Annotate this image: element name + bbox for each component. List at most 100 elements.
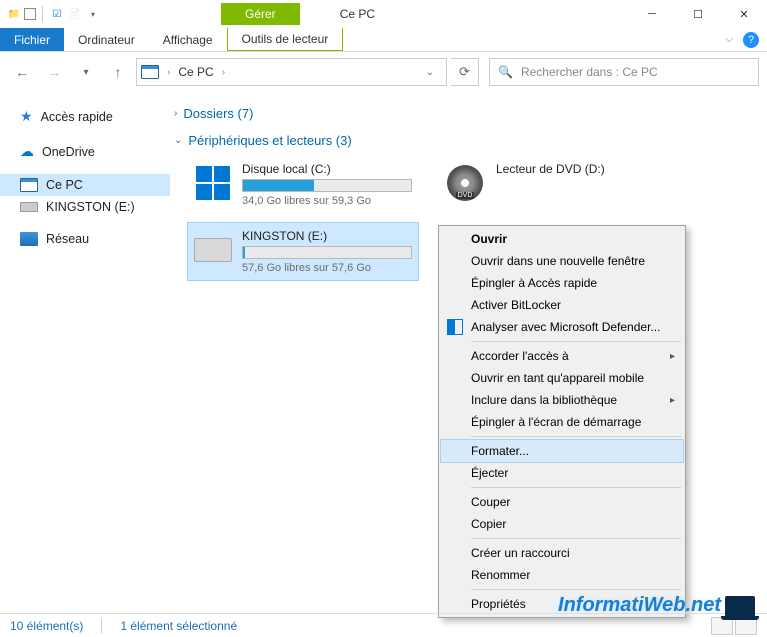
folder-icon: 📁: [6, 6, 22, 22]
minimize-button[interactable]: ─: [629, 0, 675, 28]
pc-icon: [20, 178, 38, 192]
close-button[interactable]: ✕: [721, 0, 767, 28]
checkbox-qat-icon[interactable]: ☑: [49, 6, 65, 22]
star-icon: ★: [20, 108, 33, 125]
chevron-right-icon[interactable]: ›: [222, 67, 225, 78]
search-icon: 🔍: [498, 65, 513, 79]
new-folder-qat-icon[interactable]: 📄: [67, 6, 83, 22]
drive-dvd[interactable]: Lecteur de DVD (D:): [438, 156, 668, 213]
address-dropdown-icon[interactable]: ⌄: [418, 67, 442, 78]
nav-label: Ce PC: [46, 178, 83, 192]
contextual-tab-header: Gérer: [221, 3, 300, 25]
ctx-format[interactable]: Formater...: [441, 440, 683, 462]
nav-network[interactable]: Réseau: [0, 228, 170, 250]
separator: [471, 538, 681, 539]
capacity-bar: [242, 179, 412, 192]
group-label: Dossiers (7): [183, 106, 253, 121]
computer-tab[interactable]: Ordinateur: [64, 28, 149, 51]
search-placeholder: Rechercher dans : Ce PC: [521, 65, 658, 79]
group-label: Périphériques et lecteurs (3): [188, 133, 351, 148]
chevron-right-icon: ▸: [670, 395, 675, 406]
chevron-right-icon: ▸: [670, 351, 675, 362]
separator: [471, 589, 681, 590]
maximize-button[interactable]: ☐: [675, 0, 721, 28]
nav-label: Accès rapide: [41, 110, 113, 124]
chevron-right-icon[interactable]: ›: [167, 67, 170, 78]
dvd-drive-icon: [444, 162, 486, 204]
qat-separator: [42, 6, 43, 22]
ctx-open[interactable]: Ouvrir: [441, 228, 683, 250]
separator: [471, 487, 681, 488]
context-menu: Ouvrir Ouvrir dans une nouvelle fenêtre …: [438, 225, 686, 618]
usb-drive-icon: [194, 229, 232, 271]
ctx-properties[interactable]: Propriétés: [441, 593, 683, 615]
recent-locations-icon[interactable]: ▾: [72, 58, 100, 86]
address-bar[interactable]: › Ce PC › ⌄: [136, 58, 447, 86]
up-button[interactable]: ↑: [104, 58, 132, 86]
file-tab[interactable]: Fichier: [0, 28, 64, 51]
ctx-eject[interactable]: Éjecter: [441, 462, 683, 484]
cloud-icon: ☁: [20, 143, 34, 160]
nav-label: OneDrive: [42, 145, 95, 159]
view-tab[interactable]: Affichage: [149, 28, 227, 51]
drive-name: Lecteur de DVD (D:): [496, 162, 662, 176]
drive-name: Disque local (C:): [242, 162, 412, 176]
devices-group-header[interactable]: ⌄ Périphériques et lecteurs (3): [170, 129, 757, 156]
ctx-shortcut[interactable]: Créer un raccourci: [441, 542, 683, 564]
window-title: Ce PC: [340, 7, 375, 21]
navigation-pane: ★ Accès rapide ☁ OneDrive Ce PC KINGSTON (…: [0, 92, 170, 613]
ctx-open-new-window[interactable]: Ouvrir dans une nouvelle fenêtre: [441, 250, 683, 272]
nav-label: Réseau: [46, 232, 89, 246]
details-view-button[interactable]: [711, 617, 733, 635]
drive-kingston[interactable]: KINGSTON (E:) 57,6 Go libres sur 57,6 Go: [188, 223, 418, 280]
separator: [471, 436, 681, 437]
usb-drive-icon: [20, 202, 38, 212]
address-segment[interactable]: Ce PC: [178, 65, 213, 79]
nav-label: KINGSTON (E:): [46, 200, 135, 214]
back-button[interactable]: ←: [8, 58, 36, 86]
nav-this-pc[interactable]: Ce PC: [0, 174, 170, 196]
ctx-label: Accorder l'accès à: [471, 349, 569, 363]
ribbon-collapse-icon[interactable]: ⌵: [725, 34, 733, 45]
ctx-include-library[interactable]: Inclure dans la bibliothèque ▸: [441, 389, 683, 411]
ctx-label: Analyser avec Microsoft Defender...: [471, 320, 660, 334]
ctx-cut[interactable]: Couper: [441, 491, 683, 513]
qat-dropdown-icon[interactable]: ▾: [85, 6, 101, 22]
ctx-rename[interactable]: Renommer: [441, 564, 683, 586]
ctx-defender[interactable]: Analyser avec Microsoft Defender...: [441, 316, 683, 338]
ctx-copy[interactable]: Copier: [441, 513, 683, 535]
pc-icon: [141, 65, 159, 79]
drive-freespace: 57,6 Go libres sur 57,6 Go: [242, 262, 412, 274]
chevron-down-icon: ⌄: [174, 135, 182, 146]
properties-qat-icon[interactable]: [24, 8, 36, 20]
thumbnails-view-button[interactable]: [735, 617, 757, 635]
refresh-button[interactable]: ⟳: [451, 58, 479, 86]
ctx-label: Inclure dans la bibliothèque: [471, 393, 617, 407]
nav-onedrive[interactable]: ☁ OneDrive: [0, 139, 170, 164]
drive-name: KINGSTON (E:): [242, 229, 412, 243]
separator: [471, 341, 681, 342]
ctx-pin-quick-access[interactable]: Épingler à Accès rapide: [441, 272, 683, 294]
network-icon: [20, 232, 38, 246]
ctx-open-mobile[interactable]: Ouvrir en tant qu'appareil mobile: [441, 367, 683, 389]
chevron-right-icon: ›: [174, 108, 177, 119]
search-input[interactable]: 🔍 Rechercher dans : Ce PC: [489, 58, 759, 86]
nav-quick-access[interactable]: ★ Accès rapide: [0, 104, 170, 129]
windows-drive-icon: [194, 162, 232, 204]
capacity-bar: [242, 246, 412, 259]
drive-tools-tab[interactable]: Outils de lecteur: [227, 28, 344, 51]
ctx-grant-access[interactable]: Accorder l'accès à ▸: [441, 345, 683, 367]
ctx-bitlocker[interactable]: Activer BitLocker: [441, 294, 683, 316]
status-selection: 1 élément sélectionné: [120, 619, 237, 633]
folders-group-header[interactable]: › Dossiers (7): [170, 102, 757, 129]
ctx-pin-start[interactable]: Épingler à l'écran de démarrage: [441, 411, 683, 433]
drive-freespace: 34,0 Go libres sur 59,3 Go: [242, 195, 412, 207]
nav-kingston[interactable]: KINGSTON (E:): [0, 196, 170, 218]
forward-button[interactable]: →: [40, 58, 68, 86]
help-icon[interactable]: ?: [743, 32, 759, 48]
status-bar: 10 élément(s) 1 élément sélectionné: [0, 613, 767, 637]
shield-icon: [447, 319, 463, 335]
status-item-count: 10 élément(s): [10, 619, 83, 633]
separator: [101, 619, 102, 633]
drive-c[interactable]: Disque local (C:) 34,0 Go libres sur 59,…: [188, 156, 418, 213]
